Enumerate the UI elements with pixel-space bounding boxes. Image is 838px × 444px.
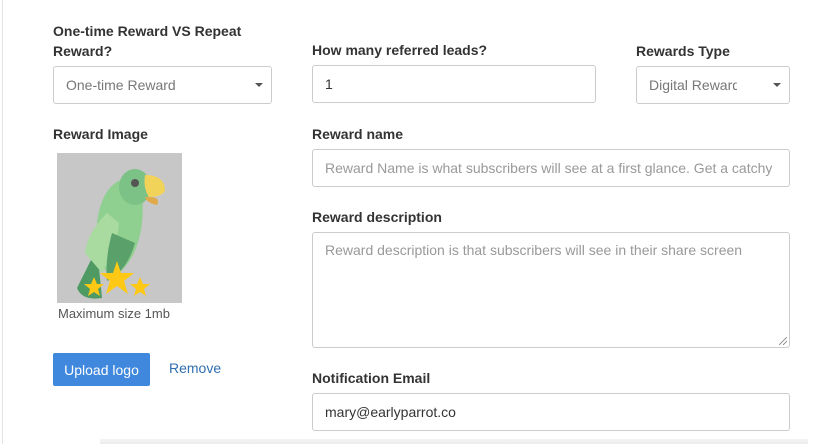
image-size-caption: Maximum size 1mb xyxy=(58,306,170,321)
referred-leads-label: How many referred leads? xyxy=(312,42,488,58)
chevron-down-icon xyxy=(255,83,263,87)
reward-frequency-value: One-time Reward xyxy=(66,77,176,93)
reward-name-placeholder: Reward Name is what subscribers will see… xyxy=(325,160,773,176)
upload-logo-button[interactable]: Upload logo xyxy=(53,353,150,386)
rewards-type-select[interactable]: Digital Reward xyxy=(636,66,790,104)
reward-description-label: Reward description xyxy=(312,209,442,225)
reward-description-textarea[interactable]: Reward description is that subscribers w… xyxy=(312,232,790,348)
rewards-type-value: Digital Reward xyxy=(649,77,737,93)
reward-name-input[interactable]: Reward Name is what subscribers will see… xyxy=(312,149,790,187)
chevron-down-icon xyxy=(773,83,781,87)
reward-frequency-label: One-time Reward VS Repeat Reward? xyxy=(53,23,242,59)
rewards-type-label: Rewards Type xyxy=(636,43,730,59)
referred-leads-input[interactable]: 1 xyxy=(312,65,596,103)
remove-image-link[interactable]: Remove xyxy=(169,360,221,376)
resize-handle-icon[interactable] xyxy=(779,337,787,345)
referred-leads-value: 1 xyxy=(325,76,333,92)
reward-name-label: Reward name xyxy=(312,126,404,142)
reward-image xyxy=(57,153,182,303)
notification-email-label: Notification Email xyxy=(312,370,431,386)
panel-bottom-edge xyxy=(100,439,808,444)
notification-email-input[interactable]: mary@earlyparrot.co xyxy=(312,393,790,431)
reward-description-placeholder: Reward description is that subscribers w… xyxy=(325,242,743,258)
notification-email-value: mary@earlyparrot.co xyxy=(325,404,456,420)
reward-frequency-select[interactable]: One-time Reward xyxy=(53,66,272,104)
reward-image-label: Reward Image xyxy=(53,126,148,142)
panel-border xyxy=(2,0,3,444)
parrot-logo xyxy=(77,169,165,299)
